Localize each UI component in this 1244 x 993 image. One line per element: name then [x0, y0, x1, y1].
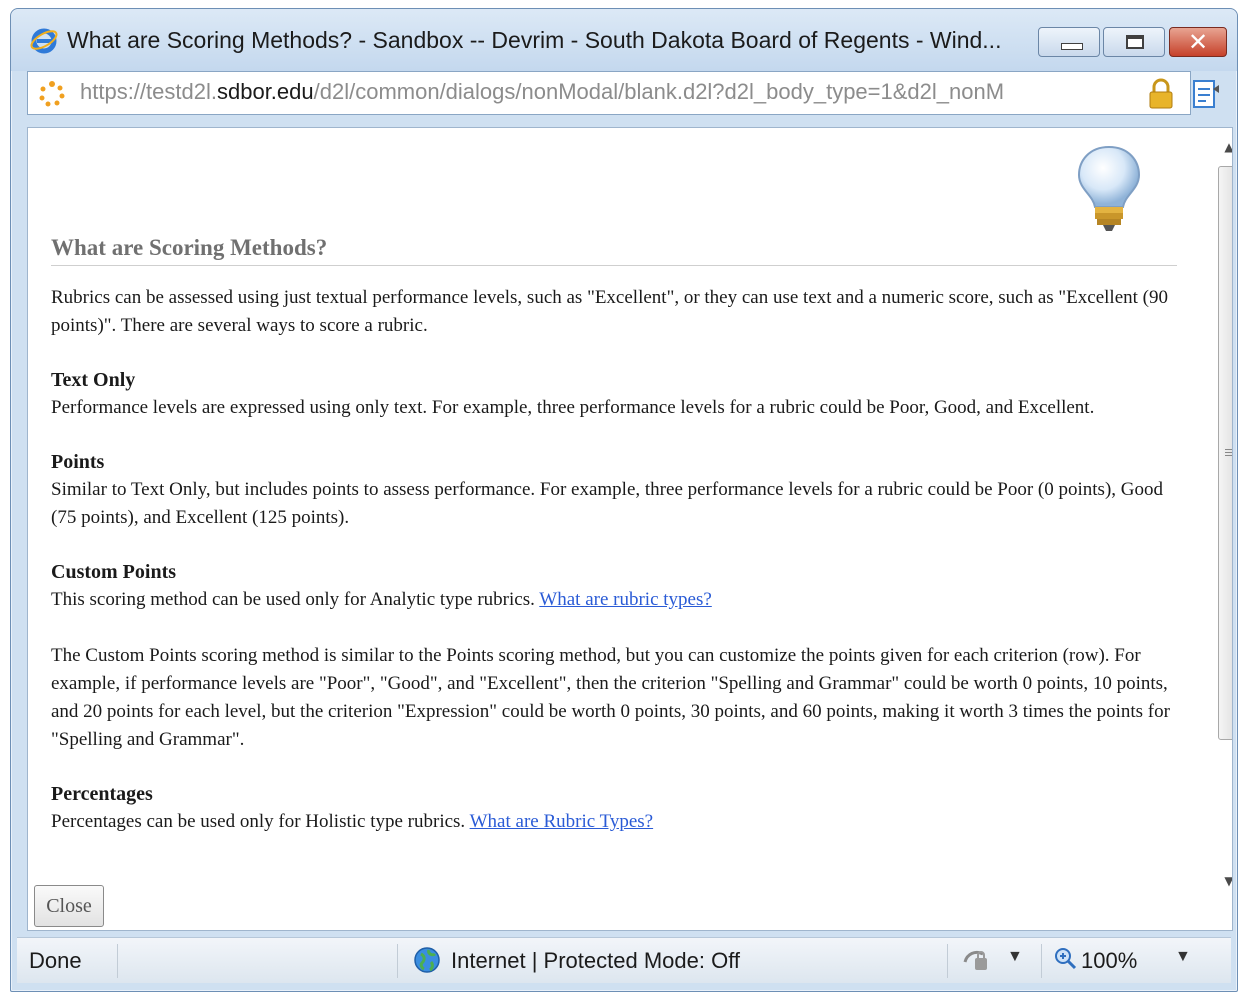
status-divider: [1041, 944, 1042, 978]
status-divider: [117, 944, 118, 978]
custom-points-text: This scoring method can be used only for…: [51, 589, 535, 610]
loading-page-icon: [39, 81, 65, 107]
zoom-chevron-down-icon[interactable]: ▼: [1175, 948, 1191, 966]
protected-mode-settings-icon[interactable]: [961, 946, 991, 974]
close-button[interactable]: Close: [34, 885, 104, 927]
points-description: Similar to Text Only, but includes point…: [51, 479, 1164, 528]
heading-text-only: Text Only: [51, 369, 136, 391]
heading-percentages: Percentages: [51, 783, 153, 805]
window-close-button[interactable]: ✕: [1169, 27, 1227, 57]
url-text[interactable]: https://testd2l.sdbor.edu/d2l/common/dia…: [80, 79, 1004, 105]
chevron-down-icon[interactable]: ▼: [1007, 948, 1023, 966]
status-divider: [947, 944, 948, 978]
vertical-scrollbar[interactable]: ▲ ▼: [1216, 136, 1232, 892]
help-article: What are Scoring Methods? Rubrics can be…: [51, 235, 1177, 836]
percentages-description: Percentages can be used only for Holisti…: [51, 808, 1177, 836]
heading-custom-points: Custom Points: [51, 561, 177, 583]
zoom-icon[interactable]: [1053, 946, 1077, 970]
title-bar[interactable]: What are Scoring Methods? - Sandbox -- D…: [11, 9, 1237, 71]
lock-icon[interactable]: [1148, 78, 1174, 110]
url-domain: sdbor.edu: [216, 79, 314, 104]
text-only-description: Performance levels are expressed using o…: [51, 397, 1095, 418]
internet-explorer-icon: [30, 28, 58, 54]
security-zone[interactable]: Internet | Protected Mode: Off: [451, 948, 740, 974]
grip-line: [1225, 455, 1232, 457]
heading-points: Points: [51, 451, 105, 473]
scroll-down-arrow-icon[interactable]: ▼: [1216, 870, 1232, 892]
window-title: What are Scoring Methods? - Sandbox -- D…: [67, 27, 1002, 53]
browser-window: What are Scoring Methods? - Sandbox -- D…: [10, 8, 1238, 992]
maximize-button[interactable]: [1103, 27, 1165, 57]
intro-text: Rubrics can be assessed using just textu…: [51, 287, 1168, 336]
custom-points-description: This scoring method can be used only for…: [51, 586, 1177, 614]
rubric-types-link-2[interactable]: What are Rubric Types?: [470, 811, 654, 832]
globe-icon: [414, 947, 440, 973]
scrollbar-thumb[interactable]: [1218, 166, 1232, 740]
minimize-icon: [1061, 43, 1083, 50]
percentages-text: Percentages can be used only for Holisti…: [51, 811, 466, 832]
url-path: /d2l/common/dialogs/nonModal/blank.d2l?d…: [313, 79, 1005, 104]
status-divider: [397, 944, 398, 978]
close-icon: ✕: [1188, 28, 1209, 56]
zoom-level[interactable]: 100%: [1081, 948, 1137, 974]
status-text: Done: [29, 948, 82, 973]
rubric-types-link[interactable]: What are rubric types?: [539, 589, 712, 610]
url-subdomain: testd2l.: [146, 79, 217, 104]
minimize-button[interactable]: [1038, 27, 1100, 57]
compatibility-view-icon[interactable]: [1191, 77, 1221, 111]
lightbulb-icon: [1077, 145, 1141, 231]
maximize-icon: [1126, 35, 1144, 49]
custom-points-detail: The Custom Points scoring method is simi…: [51, 645, 1170, 750]
url-scheme: https://: [80, 79, 147, 104]
status-bar: Done Internet | Protected Mode: Off ▼ 10…: [17, 937, 1231, 983]
page-title: What are Scoring Methods?: [51, 235, 1177, 266]
grip-icon: [1225, 449, 1232, 453]
scroll-up-arrow-icon[interactable]: ▲: [1216, 136, 1232, 158]
address-bar[interactable]: https://testd2l.sdbor.edu/d2l/common/dia…: [27, 71, 1191, 115]
